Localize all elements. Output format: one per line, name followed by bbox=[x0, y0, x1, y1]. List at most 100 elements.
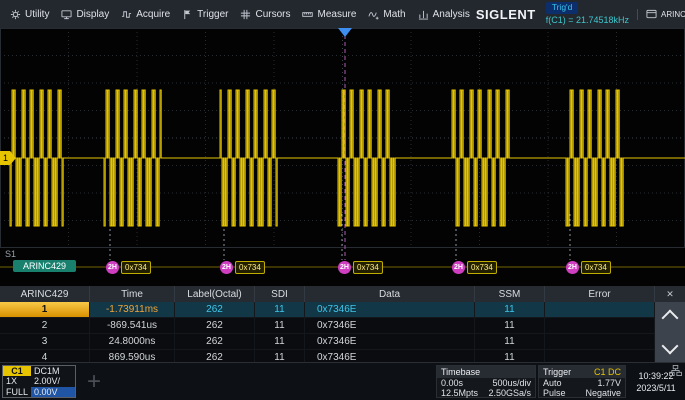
trigger-type: Pulse bbox=[543, 388, 578, 398]
column-header-label-octal-: Label(Octal) bbox=[175, 286, 255, 302]
channel-bandwidth: FULL bbox=[3, 387, 31, 397]
menu-item-display[interactable]: Display bbox=[55, 0, 115, 28]
config-window-icon bbox=[646, 9, 657, 20]
timebase-title: Timebase bbox=[441, 367, 480, 377]
column-header-data: Data bbox=[305, 286, 475, 302]
brand-logo: SIGLENT bbox=[476, 7, 536, 22]
cell-ssm: 11 bbox=[475, 334, 545, 349]
frame-data-value: 0x734 bbox=[581, 261, 611, 274]
table-row[interactable]: 324.8000ns262110x7346E11 bbox=[0, 334, 655, 350]
frame-label-badge: 2H bbox=[220, 261, 233, 274]
measure-icon bbox=[302, 9, 313, 20]
decode-frames: 2H0x7342H0x7342H0x7342H0x7342H0x734 bbox=[0, 28, 685, 286]
date-display: 2023/5/11 bbox=[636, 383, 675, 393]
scroll-down-icon[interactable] bbox=[662, 338, 679, 355]
trigger-source: C1 DC bbox=[594, 367, 621, 377]
cell-sdi: 11 bbox=[255, 302, 305, 317]
menu-item-cursors[interactable]: Cursors bbox=[234, 0, 296, 28]
add-channel-button[interactable]: + bbox=[76, 363, 112, 400]
channel-offset: 0.00V bbox=[31, 387, 75, 397]
top-menu-bar: Utility Display Acquire Trigger Cursors Measu… bbox=[0, 0, 685, 28]
table-header: ARINC429TimeLabel(Octal)SDIDataSSMError bbox=[0, 286, 655, 302]
menu-item-analysis[interactable]: Analysis bbox=[412, 0, 476, 28]
column-header-sdi: SDI bbox=[255, 286, 305, 302]
cursors-icon bbox=[240, 9, 251, 20]
cell-data: 0x7346E bbox=[305, 302, 475, 317]
menu-item-utility[interactable]: Utility bbox=[4, 0, 55, 28]
frame-label-badge: 2H bbox=[566, 261, 579, 274]
frequency-readout: f(C1) = 21.74518kHz bbox=[546, 15, 629, 25]
cell-data: 0x7346E bbox=[305, 318, 475, 333]
cell-error bbox=[545, 302, 655, 317]
cell-error bbox=[545, 318, 655, 333]
config-button-label: ARINC429 CONFIG bbox=[661, 10, 685, 19]
cell-label-octal: 262 bbox=[175, 318, 255, 333]
trigger-status-badge: Trig'd bbox=[546, 2, 579, 14]
channel-name: C1 bbox=[3, 366, 31, 376]
decode-frame[interactable]: 2H0x734 bbox=[106, 261, 151, 274]
column-header-arinc429: ARINC429 bbox=[0, 286, 90, 302]
menu-item-acquire[interactable]: Acquire bbox=[115, 0, 176, 28]
timebase-delay: 0.00s bbox=[441, 378, 482, 388]
timebase-panel[interactable]: Timebase 0.00s 500us/div 12.5Mpts 2.50GS… bbox=[436, 365, 536, 398]
decode-frame[interactable]: 2H0x734 bbox=[220, 261, 265, 274]
decode-frame[interactable]: 2H0x734 bbox=[452, 261, 497, 274]
cell-time: 24.8000ns bbox=[90, 334, 175, 349]
menu-item-trigger[interactable]: Trigger bbox=[176, 0, 234, 28]
column-header-ssm: SSM bbox=[475, 286, 545, 302]
column-header-error: Error bbox=[545, 286, 655, 302]
waveform-display[interactable]: 1 S1 ARINC429 2H0x7342H0x7342H0x7342H0x7… bbox=[0, 28, 685, 286]
trigger-flag-icon bbox=[182, 9, 193, 20]
table-body: 1-1.73911ms262110x7346E112-869.541us2621… bbox=[0, 302, 655, 366]
frame-label-badge: 2H bbox=[452, 261, 465, 274]
arinc429-config-button[interactable]: ARINC429 CONFIG bbox=[637, 9, 685, 20]
decoder-table: ARINC429TimeLabel(Octal)SDIDataSSMError … bbox=[0, 286, 685, 362]
cell-sdi: 11 bbox=[255, 318, 305, 333]
frame-data-value: 0x734 bbox=[235, 261, 265, 274]
table-row[interactable]: 2-869.541us262110x7346E11 bbox=[0, 318, 655, 334]
cell-sdi: 11 bbox=[255, 334, 305, 349]
menu-item-label: Analysis bbox=[433, 9, 470, 20]
table-row[interactable]: 1-1.73911ms262110x7346E11 bbox=[0, 302, 655, 318]
status-bar: C1 DC1M 1X 2.00V/ FULL 0.00V + Timebase … bbox=[0, 362, 685, 400]
trigger-panel[interactable]: Trigger C1 DC Auto 1.77V Pulse Negative bbox=[538, 365, 626, 398]
cell-label-octal: 262 bbox=[175, 302, 255, 317]
table-scrollbar[interactable]: ✕ bbox=[655, 286, 685, 362]
trigger-slope: Negative bbox=[578, 388, 621, 398]
menu-item-measure[interactable]: Measure bbox=[296, 0, 362, 28]
menu-item-label: Trigger bbox=[197, 9, 228, 20]
frame-data-value: 0x734 bbox=[467, 261, 497, 274]
channel-scale: 2.00V/ bbox=[31, 376, 75, 386]
menu-item-math[interactable]: Math bbox=[362, 0, 411, 28]
cell-ssm: 11 bbox=[475, 318, 545, 333]
channel-coupling: DC1M bbox=[31, 366, 75, 376]
gear-icon bbox=[10, 9, 21, 20]
cell-error bbox=[545, 334, 655, 349]
cell-index: 3 bbox=[0, 334, 90, 349]
scroll-up-icon[interactable] bbox=[662, 310, 679, 327]
frame-label-badge: 2H bbox=[106, 261, 119, 274]
menu-item-label: Acquire bbox=[136, 9, 170, 20]
trigger-mode: Auto bbox=[543, 378, 578, 388]
display-icon bbox=[61, 9, 72, 20]
cell-ssm: 11 bbox=[475, 302, 545, 317]
trigger-level: 1.77V bbox=[578, 378, 621, 388]
menu-item-label: Cursors bbox=[255, 9, 290, 20]
menu-item-label: Measure bbox=[317, 9, 356, 20]
cell-time: -869.541us bbox=[90, 318, 175, 333]
menu-item-label: Display bbox=[76, 9, 109, 20]
decode-frame[interactable]: 2H0x734 bbox=[338, 261, 383, 274]
trigger-title: Trigger bbox=[543, 367, 571, 377]
cell-data: 0x7346E bbox=[305, 334, 475, 349]
cell-label-octal: 262 bbox=[175, 334, 255, 349]
decode-frame[interactable]: 2H0x734 bbox=[566, 261, 611, 274]
network-icon[interactable] bbox=[669, 365, 682, 376]
menu-item-label: Math bbox=[383, 9, 405, 20]
menu: Utility Display Acquire Trigger Cursors Measu… bbox=[4, 0, 476, 28]
channel-c1-panel[interactable]: C1 DC1M 1X 2.00V/ FULL 0.00V bbox=[2, 365, 76, 398]
cell-index: 1 bbox=[0, 302, 90, 317]
cell-index: 2 bbox=[0, 318, 90, 333]
close-icon[interactable]: ✕ bbox=[655, 286, 685, 302]
column-header-time: Time bbox=[90, 286, 175, 302]
math-icon bbox=[368, 9, 379, 20]
